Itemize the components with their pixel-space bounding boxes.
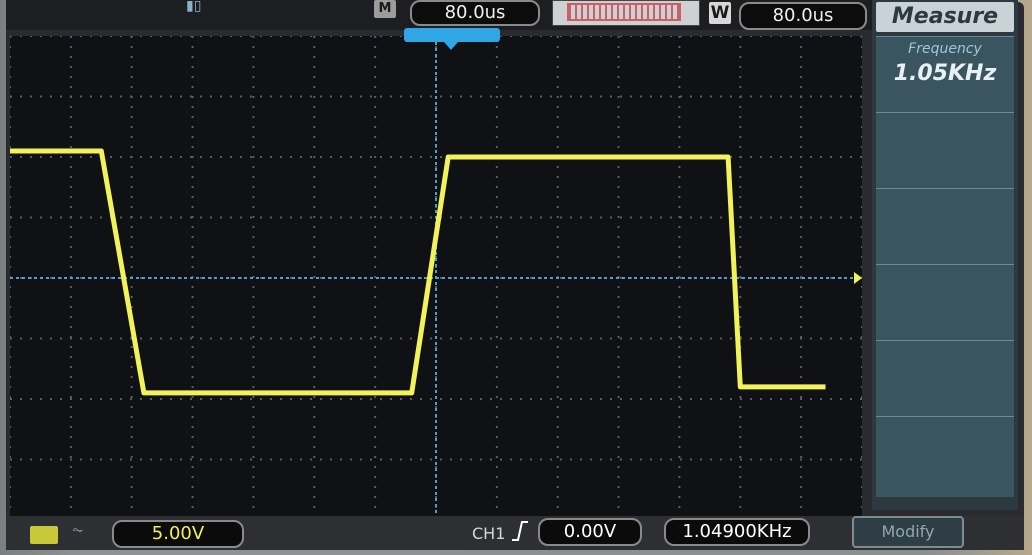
rising-edge-icon: [512, 521, 528, 541]
menu-title: Measure: [876, 2, 1014, 32]
memory-indicator: M: [374, 0, 396, 18]
menu-item-5[interactable]: [876, 340, 1014, 417]
frequency-counter: 1.04900KHz: [664, 518, 810, 546]
menu-item-value: 1.05KHz: [893, 61, 997, 86]
trigger-level[interactable]: 0.00V: [538, 518, 642, 546]
menu-item-6[interactable]: [876, 416, 1014, 497]
measure-menu: Measure Frequency 1.05KHz: [872, 0, 1018, 510]
timebase-display[interactable]: 80.0us: [410, 0, 540, 26]
menu-item-4[interactable]: [876, 264, 1014, 341]
status-icons: ▮▯: [66, 0, 246, 16]
waveform-plot: [9, 35, 863, 521]
menu-item-label: Frequency: [908, 41, 982, 57]
window-timebase-display[interactable]: 80.0us: [739, 2, 867, 30]
trigger-position-tag[interactable]: [404, 28, 500, 42]
memory-window-marker: [567, 3, 681, 21]
menu-item-3[interactable]: [876, 188, 1014, 265]
bottom-status-bar: ⏦ 5.00V CH1 0.00V 1.04900KHz Modify: [6, 516, 1024, 550]
modify-button[interactable]: Modify: [852, 516, 964, 548]
coupling-icon: ⏦: [72, 522, 84, 538]
channel1-icon: [30, 526, 58, 544]
trigger-source: CH1: [472, 524, 506, 543]
memory-depth-bar: [552, 0, 700, 26]
window-indicator: W: [709, 2, 731, 24]
menu-item-frequency[interactable]: Frequency 1.05KHz: [876, 36, 1014, 113]
run-stop-icon: ▮▯: [186, 0, 202, 14]
menu-item-2[interactable]: [876, 112, 1014, 189]
trigger-level-marker-icon[interactable]: [854, 272, 862, 284]
top-status-bar: ▮▯ M 80.0us W 80.0us: [6, 0, 872, 30]
volts-per-div[interactable]: 5.00V: [112, 520, 244, 548]
trigger-position-arrow-icon: [444, 42, 458, 50]
waveform-svg: [9, 35, 863, 521]
